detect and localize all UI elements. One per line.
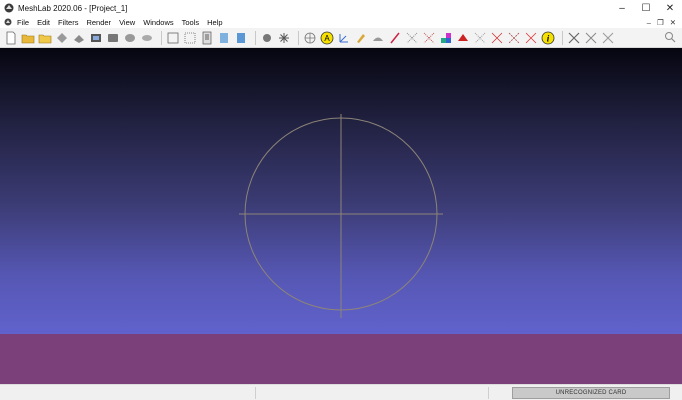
- document-window-controls: – ❐ ✕: [647, 16, 676, 28]
- menu-edit[interactable]: Edit: [37, 18, 50, 27]
- close-button[interactable]: ✕: [658, 0, 682, 16]
- smooth-shading-icon[interactable]: [234, 31, 248, 45]
- paint-icon[interactable]: [354, 31, 368, 45]
- document-icon[interactable]: [4, 18, 12, 26]
- scissors-icon[interactable]: [584, 31, 598, 45]
- flat-shading-icon[interactable]: [217, 31, 231, 45]
- light-icon[interactable]: [277, 31, 291, 45]
- pick-points-icon[interactable]: [405, 31, 419, 45]
- layer-stack-icon[interactable]: [123, 31, 137, 45]
- points-icon[interactable]: [166, 31, 180, 45]
- status-separator: [488, 387, 489, 399]
- toolbar-separator: [298, 30, 299, 45]
- window-title: MeshLab 2020.06 - [Project_1]: [18, 3, 128, 13]
- document-restore-button[interactable]: ❐: [657, 18, 664, 27]
- 3d-viewport[interactable]: [0, 48, 682, 334]
- measure-icon[interactable]: [371, 31, 385, 45]
- cut-icon[interactable]: [601, 31, 615, 45]
- info-icon[interactable]: i: [541, 31, 555, 45]
- align-icon[interactable]: [303, 31, 317, 45]
- edit-icon[interactable]: [507, 31, 521, 45]
- brush-icon[interactable]: [388, 31, 402, 45]
- reload-icon[interactable]: [55, 31, 69, 45]
- menu-render[interactable]: Render: [86, 18, 111, 27]
- menu-help[interactable]: Help: [207, 18, 222, 27]
- toolbar-separator: [161, 30, 162, 45]
- minimize-button[interactable]: –: [610, 0, 634, 16]
- close-tools-icon[interactable]: [567, 31, 581, 45]
- select-vertices-icon[interactable]: [422, 31, 436, 45]
- save-snapshot-icon[interactable]: [89, 31, 103, 45]
- menu-windows[interactable]: Windows: [143, 18, 173, 27]
- document-close-button[interactable]: ✕: [670, 18, 676, 27]
- select-faces-icon[interactable]: [456, 31, 470, 45]
- color-icon[interactable]: [439, 31, 453, 45]
- lower-panel: [0, 334, 682, 384]
- gpu-card-status: UNRECOGNIZED CARD: [512, 387, 670, 399]
- main-toolbar: A i: [0, 28, 682, 48]
- maximize-button[interactable]: ☐: [634, 0, 658, 16]
- svg-text:A: A: [324, 34, 330, 43]
- toolbar-separator: [562, 30, 563, 45]
- trackball-icon[interactable]: [260, 31, 274, 45]
- annotation-a-icon[interactable]: A: [320, 31, 334, 45]
- toolbar-separator: [255, 30, 256, 45]
- layer-icon[interactable]: [106, 31, 120, 45]
- move-icon[interactable]: [490, 31, 504, 45]
- info-doc-icon[interactable]: [200, 31, 214, 45]
- menu-tools[interactable]: Tools: [182, 18, 200, 27]
- trackball-gizmo[interactable]: [0, 48, 682, 334]
- search-icon[interactable]: [664, 31, 676, 43]
- select-connected-icon[interactable]: [473, 31, 487, 45]
- status-bar: UNRECOGNIZED CARD: [0, 384, 682, 400]
- status-separator: [255, 387, 256, 399]
- z-paint-icon[interactable]: [524, 31, 538, 45]
- axis-icon[interactable]: [337, 31, 351, 45]
- new-project-icon[interactable]: [4, 31, 18, 45]
- window-controls: – ☐ ✕: [610, 0, 682, 16]
- menu-view[interactable]: View: [119, 18, 135, 27]
- open-project-icon[interactable]: [21, 31, 35, 45]
- menu-file[interactable]: File: [17, 18, 29, 27]
- meshlab-app-icon[interactable]: [4, 3, 14, 13]
- wireframe-icon[interactable]: [183, 31, 197, 45]
- document-minimize-button[interactable]: –: [647, 18, 651, 27]
- menu-filters[interactable]: Filters: [58, 18, 78, 27]
- import-icon[interactable]: [72, 31, 86, 45]
- bounding-box-icon[interactable]: [140, 31, 154, 45]
- menu-bar: File Edit Filters Render View Windows To…: [0, 16, 682, 28]
- title-bar: MeshLab 2020.06 - [Project_1] – ☐ ✕: [0, 0, 682, 16]
- open-mesh-icon[interactable]: [38, 31, 52, 45]
